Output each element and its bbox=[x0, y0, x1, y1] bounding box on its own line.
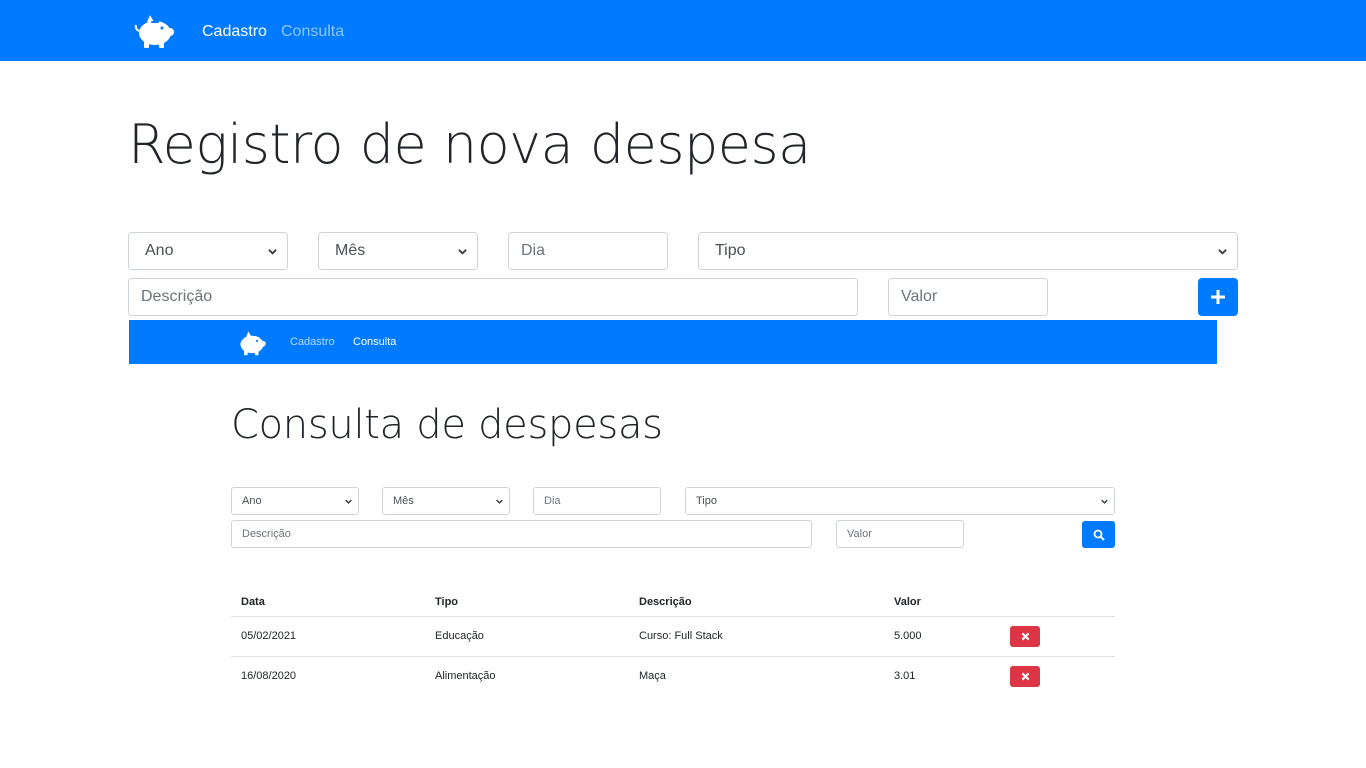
search-button[interactable] bbox=[1082, 521, 1115, 548]
cell-valor: 3.01 bbox=[894, 670, 916, 683]
cell-data: 05/02/2021 bbox=[231, 616, 425, 657]
filter-descricao-input[interactable]: Descrição bbox=[231, 520, 812, 548]
top-navbar: Cadastro Consulta bbox=[0, 0, 1366, 61]
cell-actions bbox=[1000, 616, 1115, 657]
add-expense-button[interactable] bbox=[1198, 278, 1238, 316]
nav-link-cadastro[interactable]: Cadastro bbox=[202, 22, 267, 42]
embedded-page-title: Consulta de despesas bbox=[231, 402, 663, 448]
chevron-down-icon bbox=[345, 499, 352, 504]
filter-valor-input[interactable]: Valor bbox=[836, 520, 964, 548]
valor-placeholder: Valor bbox=[901, 288, 938, 305]
table-row: 05/02/2021 Educação Curso: Full Stack 5.… bbox=[231, 616, 1115, 657]
search-icon bbox=[1093, 529, 1105, 541]
filter-mes-value: Mês bbox=[393, 495, 414, 507]
filter-dia-input[interactable]: Dia bbox=[533, 487, 661, 515]
table-header-row: Data Tipo Descrição Valor bbox=[231, 588, 1115, 617]
nav-link-consulta[interactable]: Consulta bbox=[281, 22, 344, 42]
embedded-navbar: Cadastro Consulta bbox=[129, 320, 1217, 364]
dia-placeholder: Dia bbox=[521, 242, 546, 259]
header-descricao: Descrição bbox=[629, 588, 884, 617]
embedded-nav-link-cadastro[interactable]: Cadastro bbox=[290, 336, 335, 349]
filter-tipo-select[interactable]: Tipo bbox=[685, 487, 1115, 515]
cell-tipo: Educação bbox=[425, 616, 629, 657]
x-icon bbox=[1021, 672, 1029, 681]
chevron-down-icon bbox=[1218, 249, 1227, 255]
descricao-input[interactable]: Descrição bbox=[128, 278, 858, 316]
valor-input[interactable]: Valor bbox=[888, 278, 1048, 316]
ano-select[interactable]: Ano bbox=[128, 232, 288, 270]
filter-ano-value: Ano bbox=[242, 495, 262, 507]
piggy-bank-icon[interactable] bbox=[134, 13, 176, 49]
cell-descricao: Maça bbox=[639, 670, 666, 683]
cell-data: 16/08/2020 bbox=[241, 670, 297, 683]
plus-icon bbox=[1211, 290, 1225, 304]
cell-tipo: Alimentação bbox=[435, 670, 496, 683]
embedded-consulta-screenshot: Cadastro Consulta Consulta de despesas A… bbox=[129, 320, 1217, 768]
mes-select-value: Mês bbox=[335, 242, 366, 259]
mes-select[interactable]: Mês bbox=[318, 232, 478, 270]
expenses-table: Data Tipo Descrição Valor 05/02/2021 Edu… bbox=[231, 588, 1115, 696]
cell-actions bbox=[1000, 656, 1115, 696]
delete-button[interactable] bbox=[1010, 625, 1040, 647]
chevron-down-icon bbox=[268, 249, 277, 255]
table-row: 16/08/2020 Alimentação Maça 3.01 bbox=[231, 656, 1115, 696]
embedded-nav-link-consulta[interactable]: Consulta bbox=[353, 336, 396, 349]
page-title: Registro de nova despesa bbox=[128, 113, 811, 176]
filter-tipo-value: Tipo bbox=[696, 495, 717, 507]
x-icon bbox=[1021, 632, 1029, 640]
delete-button[interactable] bbox=[1010, 665, 1040, 687]
ano-select-value: Ano bbox=[145, 242, 174, 259]
chevron-down-icon bbox=[496, 499, 503, 504]
header-valor: Valor bbox=[884, 588, 1000, 617]
filter-valor-placeholder: Valor bbox=[847, 528, 872, 540]
header-data: Data bbox=[231, 588, 425, 617]
piggy-bank-icon[interactable] bbox=[236, 330, 268, 356]
tipo-select[interactable]: Tipo bbox=[698, 232, 1238, 270]
header-tipo: Tipo bbox=[425, 588, 629, 617]
dia-input[interactable]: Dia bbox=[508, 232, 668, 270]
filter-mes-select[interactable]: Mês bbox=[382, 487, 510, 515]
chevron-down-icon bbox=[1101, 499, 1108, 504]
filter-dia-placeholder: Dia bbox=[544, 495, 561, 507]
chevron-down-icon bbox=[458, 249, 467, 255]
cell-descricao: Curso: Full Stack bbox=[629, 616, 884, 657]
tipo-select-value: Tipo bbox=[715, 242, 746, 259]
descricao-placeholder: Descrição bbox=[141, 288, 213, 305]
cell-valor: 5.000 bbox=[884, 616, 1000, 657]
header-actions bbox=[1000, 588, 1115, 617]
filter-descricao-placeholder: Descrição bbox=[242, 528, 291, 540]
filter-ano-select[interactable]: Ano bbox=[231, 487, 359, 515]
